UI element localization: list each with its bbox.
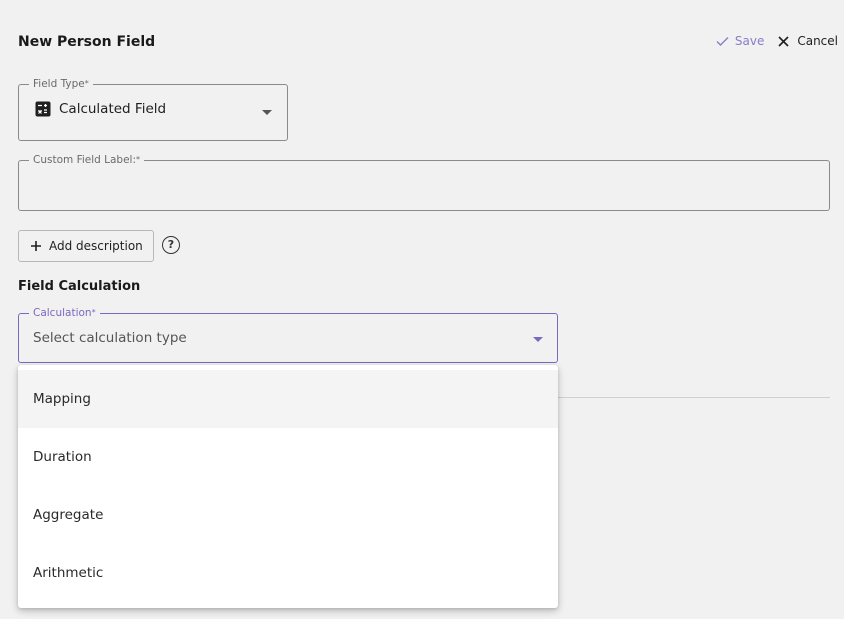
- chevron-down-icon: [533, 337, 543, 342]
- check-icon: [716, 36, 729, 46]
- add-description-label: Add description: [49, 239, 143, 253]
- calculation-placeholder: Select calculation type: [33, 330, 187, 346]
- save-button[interactable]: Save: [716, 34, 764, 48]
- cancel-button[interactable]: Cancel: [778, 34, 838, 48]
- custom-field-label-input[interactable]: Custom Field Label:*: [18, 154, 830, 211]
- field-calculation-heading: Field Calculation: [18, 279, 141, 294]
- option-mapping[interactable]: Mapping: [18, 370, 558, 428]
- custom-field-label-label: Custom Field Label:*: [29, 154, 145, 166]
- page-title: New Person Field: [18, 34, 156, 50]
- field-type-value: Calculated Field: [59, 101, 167, 117]
- divider: [558, 397, 830, 398]
- calculation-select[interactable]: Calculation* Select calculation type: [18, 307, 558, 363]
- option-arithmetic[interactable]: Arithmetic: [18, 544, 558, 602]
- help-icon[interactable]: ?: [162, 236, 180, 254]
- calculation-dropdown-menu: Mapping Duration Aggregate Arithmetic: [18, 365, 558, 608]
- cancel-label: Cancel: [797, 34, 838, 48]
- field-type-label: Field Type*: [29, 78, 93, 90]
- close-icon: [778, 35, 789, 47]
- chevron-down-icon: [262, 110, 272, 115]
- calculator-icon: [35, 101, 51, 117]
- add-description-button[interactable]: Add description: [18, 230, 154, 262]
- option-duration[interactable]: Duration: [18, 428, 558, 486]
- header-actions: Save Cancel: [716, 34, 838, 48]
- calculation-label: Calculation*: [29, 307, 100, 319]
- plus-icon: [31, 241, 41, 251]
- option-aggregate[interactable]: Aggregate: [18, 486, 558, 544]
- field-type-select[interactable]: Field Type* Calculated Field: [18, 78, 288, 141]
- save-label: Save: [734, 34, 765, 48]
